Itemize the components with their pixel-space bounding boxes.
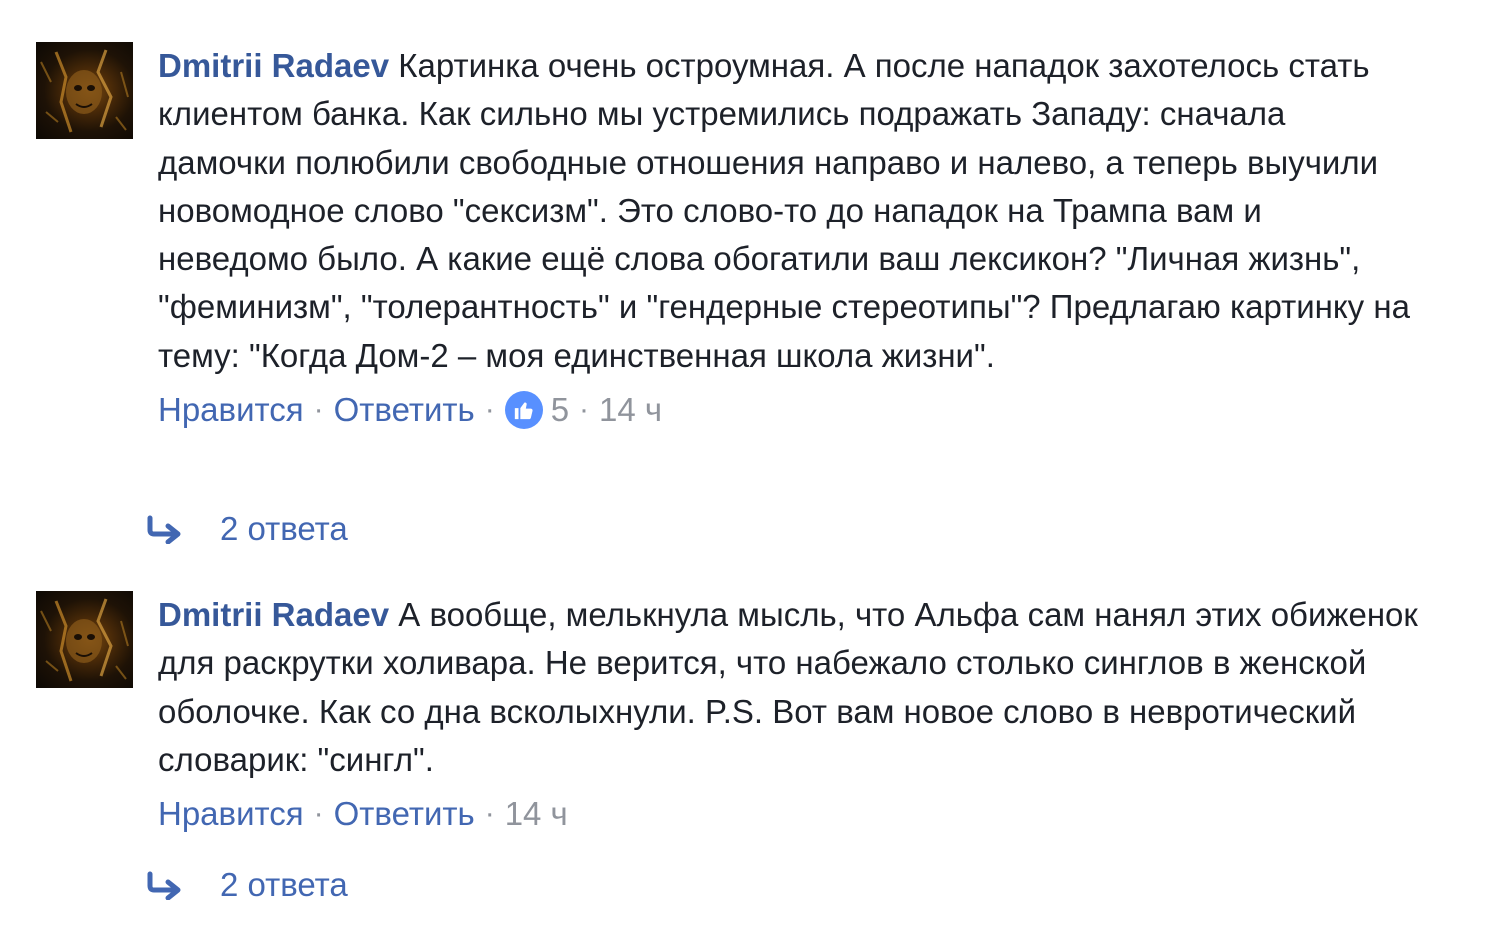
reply-arrow-icon (147, 871, 181, 900)
separator: · (484, 797, 495, 831)
comment-message: Картинка очень остроумная. А после напад… (158, 47, 1410, 374)
like-link[interactable]: Нравится (158, 790, 304, 838)
thumbs-up-icon[interactable] (504, 391, 543, 430)
comment-actions: Нравится · Ответить · 5 · 14 ч (158, 386, 1418, 434)
comment-text: Dmitrii Radaev А вообще, мелькнула мысль… (158, 591, 1418, 784)
timestamp[interactable]: 14 ч (505, 790, 568, 838)
author-name[interactable]: Dmitrii Radaev (158, 596, 389, 633)
view-replies-link[interactable]: 2 ответа (146, 510, 348, 548)
comment-body: Dmitrii Radaev Картинка очень остроумная… (158, 42, 1418, 434)
replies-count-label[interactable]: 2 ответа (220, 866, 348, 904)
reply-link[interactable]: Ответить (334, 386, 475, 434)
separator: · (313, 797, 324, 831)
separator: · (484, 393, 495, 427)
comment-actions: Нравится · Ответить · 14 ч (158, 790, 1418, 838)
separator: · (313, 393, 324, 427)
like-link[interactable]: Нравится (158, 386, 304, 434)
author-name[interactable]: Dmitrii Radaev (158, 47, 389, 84)
comment-body: Dmitrii Radaev А вообще, мелькнула мысль… (158, 591, 1418, 838)
comment-text: Dmitrii Radaev Картинка очень остроумная… (158, 42, 1418, 380)
avatar[interactable] (36, 42, 133, 139)
reply-link[interactable]: Ответить (334, 790, 475, 838)
reply-arrow-icon (147, 515, 181, 544)
avatar[interactable] (36, 591, 133, 688)
avatar-image (40, 598, 129, 682)
view-replies-link[interactable]: 2 ответа (146, 866, 348, 904)
reactions-count[interactable]: 5 (551, 386, 569, 434)
timestamp[interactable]: 14 ч (599, 386, 662, 434)
avatar-image (40, 49, 129, 133)
separator: · (579, 393, 590, 427)
replies-count-label[interactable]: 2 ответа (220, 510, 348, 548)
